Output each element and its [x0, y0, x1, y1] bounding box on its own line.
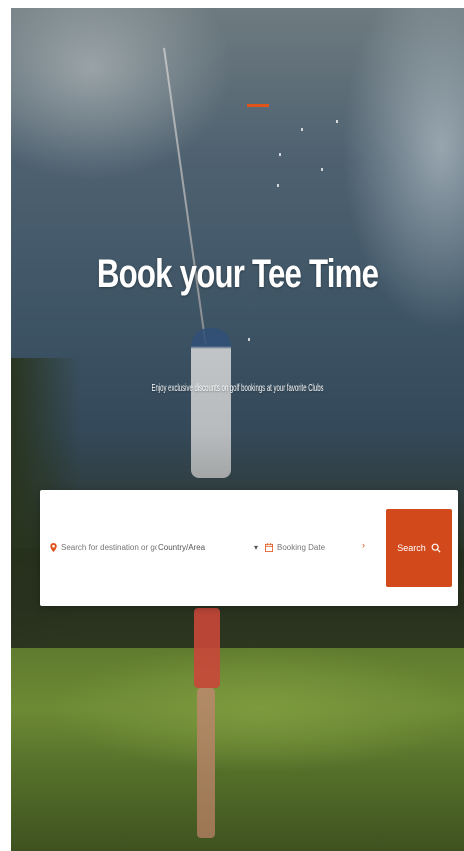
country-area-select[interactable]: Country/Area ▾ [158, 536, 258, 558]
golfer-legs-image [197, 688, 215, 838]
search-button[interactable]: Search [386, 509, 452, 587]
booking-date-field[interactable]: Booking Date › [265, 536, 365, 558]
background-fairway [11, 648, 464, 851]
sparkle-dot [277, 184, 279, 187]
country-area-value: Country/Area [158, 542, 206, 552]
sparkle-dot [279, 153, 281, 156]
destination-field[interactable] [50, 536, 157, 558]
map-pin-icon [50, 542, 57, 552]
search-icon [431, 543, 441, 553]
search-card: Country/Area ▾ Booking Date › Search [40, 490, 458, 606]
calendar-icon [265, 542, 273, 552]
chevron-down-icon: ▾ [253, 542, 258, 552]
accent-dash [247, 104, 269, 107]
hero-subtitle: Enjoy exclusive discounts on golf bookin… [151, 383, 324, 394]
golf-club-image [163, 47, 207, 346]
sparkle-dot [336, 120, 338, 123]
sparkle-dot [321, 168, 323, 171]
golfer-shorts-image [194, 608, 220, 688]
golfer-image [191, 328, 231, 478]
destination-input[interactable] [61, 542, 157, 552]
sparkle-dot [248, 338, 250, 341]
chevron-right-icon: › [362, 540, 365, 550]
hero-banner: Book your Tee Time Enjoy exclusive disco… [11, 8, 464, 851]
sparkle-dot [301, 128, 303, 131]
search-button-label: Search [397, 543, 426, 553]
hero-title: Book your Tee Time [96, 252, 379, 296]
booking-date-placeholder: Booking Date [277, 542, 326, 552]
